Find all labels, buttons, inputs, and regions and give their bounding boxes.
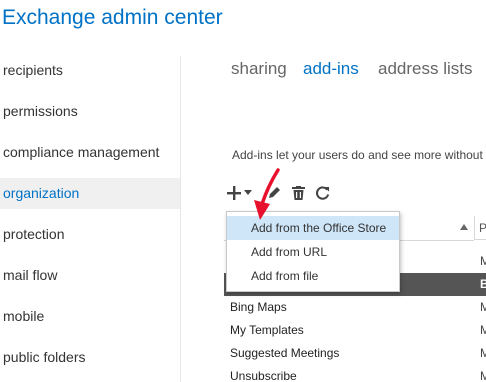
sidebar-item-recipients[interactable]: recipients <box>0 55 180 86</box>
row-name: Bing Maps <box>230 300 287 314</box>
sidebar-item-mobile[interactable]: mobile <box>0 301 180 332</box>
table-row[interactable]: Suggested Meetings M <box>224 342 486 365</box>
column-header[interactable]: P <box>474 216 486 240</box>
row-name: Suggested Meetings <box>230 346 340 360</box>
menu-item-add-from-url[interactable]: Add from URL <box>227 240 399 264</box>
trash-icon[interactable] <box>290 182 306 204</box>
row-cell: M <box>480 369 486 382</box>
sidebar-item-compliance-management[interactable]: compliance management <box>0 137 180 168</box>
table-row[interactable]: Bing Maps M <box>224 296 486 319</box>
row-cell: M <box>480 323 486 337</box>
tab-add-ins[interactable]: add-ins <box>303 59 359 79</box>
row-cell: M <box>480 300 486 314</box>
sort-ascending-icon[interactable] <box>460 224 468 230</box>
sidebar-item-permissions[interactable]: permissions <box>0 96 180 127</box>
plus-icon[interactable] <box>226 182 242 204</box>
row-name: Unsubscribe <box>230 369 297 382</box>
red-arrow-annotation-icon <box>254 168 280 220</box>
sidebar-item-protection[interactable]: protection <box>0 219 180 250</box>
row-cell: M <box>480 254 486 268</box>
refresh-icon[interactable] <box>314 182 330 204</box>
menu-item-add-from-file[interactable]: Add from file <box>227 264 399 288</box>
table-row[interactable]: Unsubscribe M <box>224 365 486 382</box>
sidebar-item-mail-flow[interactable]: mail flow <box>0 260 180 291</box>
row-cell: M <box>480 346 486 360</box>
app-title: Exchange admin center <box>2 6 223 29</box>
row-cell: B <box>480 277 486 291</box>
sidebar-nav: recipients permissions compliance manage… <box>0 50 180 382</box>
sidebar-divider <box>180 56 181 382</box>
tab-address-lists[interactable]: address lists <box>378 59 472 79</box>
tab-sharing[interactable]: sharing <box>231 59 287 79</box>
add-ins-description: Add-ins let your users do and see more w… <box>232 148 483 162</box>
sidebar-item-organization[interactable]: organization <box>0 178 180 209</box>
table-row[interactable]: My Templates M <box>224 319 486 342</box>
row-name: My Templates <box>230 323 304 337</box>
sidebar-item-public-folders[interactable]: public folders <box>0 342 180 373</box>
toolbar <box>226 180 346 206</box>
